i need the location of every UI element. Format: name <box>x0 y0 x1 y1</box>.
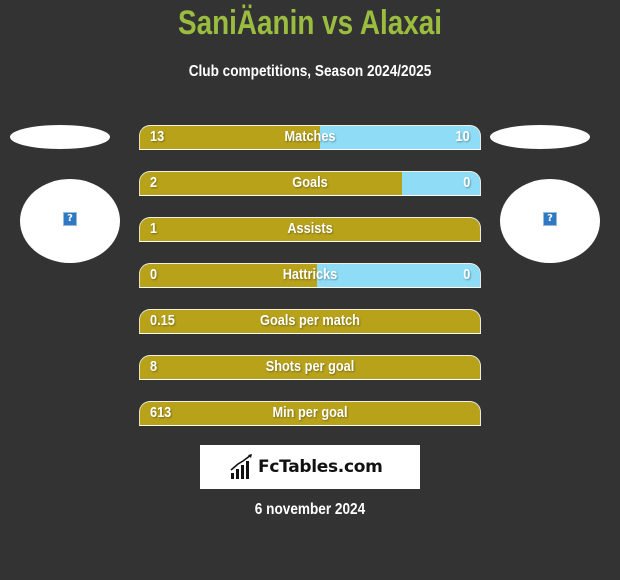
stat-label: Goals <box>292 174 328 191</box>
stat-row-shots-per-goal: 8 Shots per goal <box>139 355 481 380</box>
stat-label: Hattricks <box>282 266 338 283</box>
stat-row-hattricks: 0 Hattricks 0 <box>139 263 481 288</box>
right-value: 0 <box>462 174 470 191</box>
right-team-logo[interactable]: ? <box>500 179 600 263</box>
left-value: 13 <box>150 128 165 145</box>
broken-image-icon: ? <box>543 212 557 226</box>
left-value: 1 <box>150 220 158 237</box>
right-team-name-placeholder <box>490 125 590 149</box>
right-value: 0 <box>462 266 470 283</box>
competition-subtitle: Club competitions, Season 2024/2025 <box>188 63 432 80</box>
stat-row-matches: 13 Matches 10 <box>139 125 481 150</box>
stat-label: Min per goal <box>272 404 348 421</box>
broken-image-icon: ? <box>63 212 77 226</box>
stat-row-min-per-goal: 613 Min per goal <box>139 401 481 426</box>
left-team-name-placeholder <box>10 125 110 149</box>
fctables-logo[interactable]: FcTables.com <box>200 445 420 489</box>
match-title: SaniÄanin vs Alaxai <box>178 4 442 42</box>
stat-label: Goals per match <box>260 312 360 329</box>
stat-row-goals: 2 Goals 0 <box>139 171 481 196</box>
left-value: 8 <box>150 358 158 375</box>
stat-label: Shots per goal <box>265 358 355 375</box>
left-value: 2 <box>150 174 158 191</box>
left-team-logo[interactable]: ? <box>20 179 120 263</box>
report-date: 6 november 2024 <box>254 501 366 518</box>
stat-label: Assists <box>287 220 333 237</box>
stat-row-goals-per-match: 0.15 Goals per match <box>139 309 481 334</box>
bar-chart-trend-icon <box>230 454 252 479</box>
brand-text: FcTables.com <box>258 457 383 477</box>
stat-row-assists: 1 Assists <box>139 217 481 242</box>
right-value: 10 <box>455 128 470 145</box>
stat-label: Matches <box>284 128 336 145</box>
left-value: 0 <box>150 266 158 283</box>
